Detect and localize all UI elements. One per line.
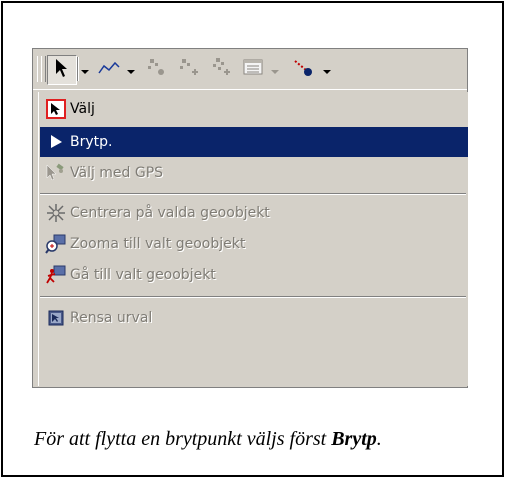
vertex-plus-icon [210, 57, 232, 81]
table-icon [243, 59, 263, 79]
menu-item-brytp[interactable]: Brytp. [40, 127, 468, 157]
attribute-table-dropdown[interactable] [269, 55, 281, 83]
caption-emphasis: Brytp [331, 428, 377, 450]
toolbar [33, 49, 467, 90]
menu-item-centrera[interactable]: Centrera på valda geoobjekt [40, 198, 468, 228]
center-icon [44, 201, 68, 225]
menu-item-label: Välj [70, 101, 95, 117]
chevron-down-icon [127, 60, 135, 79]
vertex-tool-1-button[interactable] [143, 55, 171, 83]
vertex-tool-3-button[interactable] [207, 55, 235, 83]
polyline-icon [98, 60, 120, 79]
arrow-cursor-icon [55, 58, 69, 82]
menu-item-label: Rensa urval [70, 310, 153, 326]
clear-selection-icon [44, 306, 68, 330]
chevron-down-icon [271, 60, 279, 79]
menu-item-label: Välj med GPS [70, 165, 164, 181]
menu-screenshot: Välj Brytp. Välj med GPS Centrera på val… [32, 48, 468, 388]
vertex-add-icon [178, 57, 200, 81]
menu-item-valj[interactable]: Välj [40, 94, 468, 124]
polyline-button[interactable] [95, 55, 123, 83]
toolbar-grip-2[interactable] [41, 56, 46, 82]
select-arrow-icon [44, 97, 68, 121]
menu-item-label: Brytp. [70, 134, 113, 150]
menu-item-label: Centrera på valda geoobjekt [70, 205, 270, 221]
select-arrow-dropdown[interactable] [79, 55, 91, 83]
figure-frame: Välj Brytp. Välj med GPS Centrera på val… [1, 1, 504, 477]
snap-tool-button[interactable] [289, 55, 317, 83]
caption-prefix: För att flytta en brytpunkt väljs först [34, 428, 332, 450]
gps-select-icon [44, 161, 68, 185]
select-highlight-box [46, 99, 66, 119]
menu-item-zooma[interactable]: Zooma till valt geoobjekt [40, 229, 468, 259]
menu-separator [40, 296, 466, 298]
menu-item-valj-med-gps[interactable]: Välj med GPS [40, 158, 468, 188]
vertex-icon [146, 57, 168, 81]
zoom-to-icon [44, 232, 68, 256]
menu-separator [40, 193, 466, 195]
snap-point-icon [292, 57, 314, 81]
chevron-down-icon [323, 60, 331, 79]
menu-item-label: Zooma till valt geoobjekt [70, 236, 246, 252]
caption-suffix: . [376, 428, 382, 450]
select-arrow-button[interactable] [47, 55, 77, 85]
menu-item-rensa-urval[interactable]: Rensa urval [40, 303, 468, 333]
goto-icon [44, 263, 68, 287]
vertex-tool-2-button[interactable] [175, 55, 203, 83]
menu-item-label: Gå till valt geoobjekt [70, 267, 216, 283]
vertex-arrow-icon [44, 130, 68, 154]
polyline-dropdown[interactable] [125, 55, 137, 83]
snap-tool-dropdown[interactable] [321, 55, 333, 83]
select-dropdown-menu: Välj Brytp. Välj med GPS Centrera på val… [38, 92, 468, 386]
attribute-table-button[interactable] [239, 55, 267, 83]
figure-caption: För att flytta en brytpunkt väljs först … [34, 428, 504, 451]
chevron-down-icon [81, 60, 89, 79]
menu-item-ga-till[interactable]: Gå till valt geoobjekt [40, 260, 468, 290]
